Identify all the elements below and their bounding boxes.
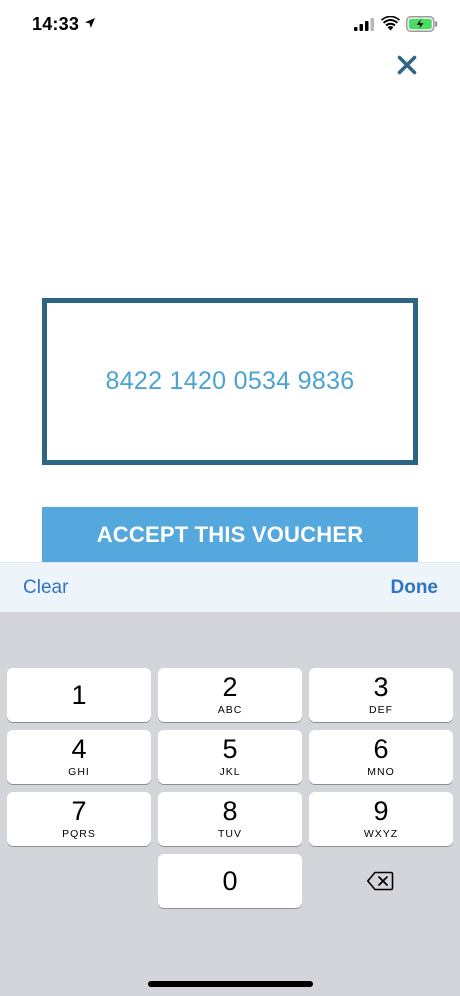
close-icon (397, 55, 417, 75)
key-letters: JKL (219, 766, 241, 778)
key-digit: 1 (71, 679, 87, 710)
key-4[interactable]: 4 GHI (7, 730, 151, 784)
home-indicator (148, 981, 313, 987)
key-letters: WXYZ (363, 828, 399, 840)
key-digit: 4 (71, 734, 87, 764)
backspace-icon (367, 871, 394, 891)
key-letters: GHI (68, 766, 90, 778)
voucher-code-box (42, 298, 418, 465)
key-letters: ABC (217, 704, 243, 716)
wifi-icon (381, 16, 400, 31)
accept-voucher-button[interactable]: ACCEPT THIS VOUCHER (42, 507, 418, 563)
key-digit: 3 (373, 672, 389, 702)
status-bar: 14:33 (0, 0, 460, 50)
battery-charging-icon (406, 16, 438, 32)
key-9[interactable]: 9 WXYZ (309, 792, 453, 846)
status-time: 14:33 (32, 14, 80, 34)
keyboard-toolbar: Clear Done (0, 562, 460, 612)
key-digit: 2 (222, 672, 238, 702)
key-5[interactable]: 5 JKL (158, 730, 302, 784)
delete-key[interactable] (308, 854, 452, 908)
key-0[interactable]: 0 (158, 854, 302, 908)
key-6[interactable]: 6 MNO (309, 730, 453, 784)
key-letters: DEF (369, 704, 393, 716)
key-7[interactable]: 7 PQRS (7, 792, 151, 846)
key-letters: MNO (367, 766, 395, 778)
key-digit: 8 (222, 796, 238, 826)
location-arrow-icon (85, 18, 95, 28)
key-digit: 6 (373, 734, 389, 764)
key-digit: 5 (222, 734, 238, 764)
clear-button[interactable]: Clear (23, 577, 68, 599)
key-digit: 0 (222, 865, 238, 896)
key-3[interactable]: 3 DEF (309, 668, 453, 722)
key-digit: 7 (71, 796, 87, 826)
voucher-code-input[interactable] (47, 367, 413, 396)
cellular-signal-icon (354, 18, 374, 31)
key-2[interactable]: 2 ABC (158, 668, 302, 722)
key-digit: 9 (373, 796, 389, 826)
close-button[interactable] (391, 50, 423, 80)
key-1[interactable]: 1 (7, 668, 151, 722)
key-letters: PQRS (62, 828, 96, 840)
done-button[interactable]: Done (391, 577, 439, 599)
key-letters: TUV (218, 828, 242, 840)
key-8[interactable]: 8 TUV (158, 792, 302, 846)
